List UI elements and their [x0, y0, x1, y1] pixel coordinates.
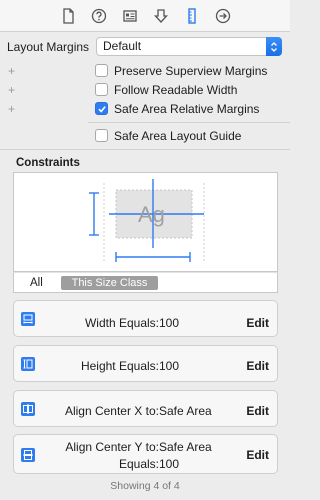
constraint-name: Width Equals: [84, 316, 159, 330]
add-variation-icon[interactable]: + [8, 83, 15, 97]
constraints-count: Showing 4 of 4 [110, 480, 180, 492]
diagram-label: Ag [138, 202, 165, 227]
safe-area-relative-margins-checkbox[interactable] [95, 102, 108, 115]
identity-icon[interactable] [121, 7, 139, 25]
edit-button[interactable]: Edit [246, 359, 269, 373]
attributes-icon[interactable] [152, 7, 170, 25]
height-constraint-icon [21, 357, 35, 371]
center-y-constraint-icon [21, 448, 35, 462]
preserve-superview-margins-label: Preserve Superview Margins [114, 64, 268, 78]
constraint-name: Align Center X to: [64, 404, 159, 418]
constraint-value: 100 [159, 359, 180, 373]
width-constraint-icon [21, 312, 35, 326]
center-x-constraint-icon [21, 402, 35, 416]
layout-margins-label: Layout Margins [7, 40, 90, 54]
constraint-value: Safe Area [159, 440, 212, 454]
constraints-diagram: Ag [13, 172, 278, 272]
safe-area-relative-margins-label: Safe Area Relative Margins [114, 102, 260, 116]
constraint-secondary-value: 100 [159, 457, 180, 471]
size-icon[interactable] [183, 7, 201, 25]
size-class-segmented-control: All This Size Class [13, 272, 278, 293]
segment-all[interactable]: All [30, 277, 43, 289]
divider [0, 149, 290, 150]
safe-area-layout-guide-label: Safe Area Layout Guide [114, 129, 242, 143]
file-icon[interactable] [59, 7, 77, 25]
constraint-card-height[interactable]: Height Equals: 100 Edit [13, 345, 278, 382]
add-variation-icon[interactable]: + [8, 64, 15, 78]
constraints-title: Constraints [16, 157, 80, 169]
chevron-updown-icon [266, 37, 282, 56]
layout-margins-select[interactable]: Default [96, 37, 282, 56]
constraint-name: Height Equals: [80, 359, 159, 373]
constraint-card-width[interactable]: Width Equals: 100 Edit [13, 300, 278, 337]
constraint-name: Align Center Y to: [65, 440, 159, 454]
safe-area-layout-guide-checkbox[interactable] [95, 129, 108, 142]
follow-readable-width-label: Follow Readable Width [114, 83, 238, 97]
constraint-value: Safe Area [159, 404, 212, 418]
preserve-superview-margins-checkbox[interactable] [95, 64, 108, 77]
constraint-preview: Ag [89, 179, 205, 262]
follow-readable-width-checkbox[interactable] [95, 83, 108, 96]
edit-button[interactable]: Edit [246, 404, 269, 418]
constraint-value: 100 [159, 316, 180, 330]
connections-icon[interactable] [214, 7, 232, 25]
add-variation-icon[interactable]: + [8, 102, 15, 116]
edit-button[interactable]: Edit [246, 316, 269, 330]
constraint-secondary-name: Equals: [118, 457, 159, 471]
segment-this-size-class[interactable]: This Size Class [61, 276, 158, 290]
constraint-card-center-x[interactable]: Align Center X to: Safe Area Edit [13, 390, 278, 427]
checkmark-icon [98, 106, 106, 113]
help-icon[interactable] [90, 7, 108, 25]
divider [88, 122, 290, 123]
edit-button[interactable]: Edit [246, 448, 269, 462]
constraint-card-center-y[interactable]: Align Center Y to: Safe Area Equals: 100… [13, 434, 278, 474]
layout-margins-value: Default [103, 39, 142, 53]
inspector-toolbar [0, 0, 290, 32]
